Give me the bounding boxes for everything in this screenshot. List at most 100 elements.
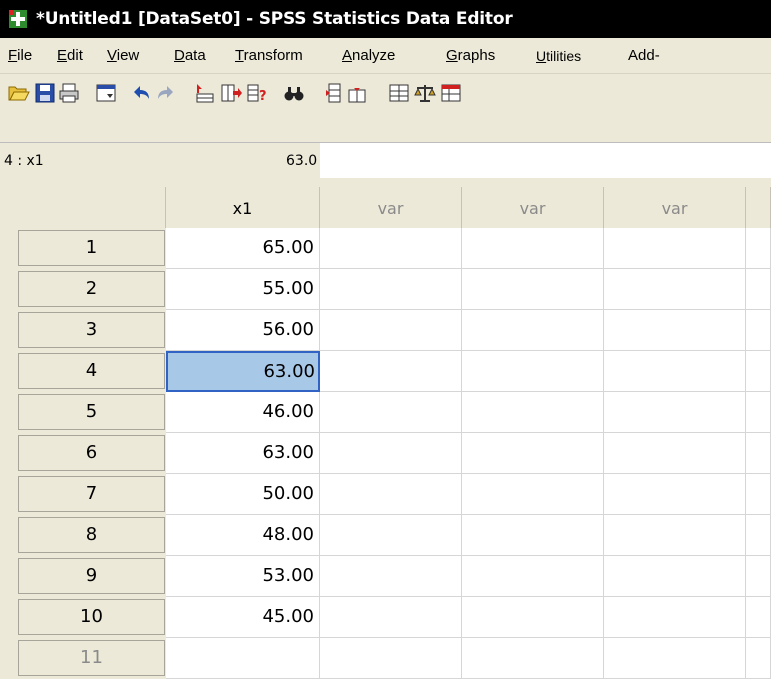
- row-header[interactable]: 8: [18, 517, 165, 553]
- empty-cell[interactable]: [320, 638, 462, 679]
- empty-cell[interactable]: [604, 392, 746, 433]
- column-header-x1[interactable]: x1: [166, 187, 320, 228]
- empty-cell[interactable]: [462, 310, 604, 351]
- empty-cell[interactable]: [746, 310, 771, 351]
- variables-info-icon[interactable]: ?: [246, 82, 268, 104]
- row-header[interactable]: 7: [18, 476, 165, 512]
- empty-cell[interactable]: [746, 556, 771, 597]
- insert-cases-icon[interactable]: [320, 82, 342, 104]
- empty-cell[interactable]: [746, 433, 771, 474]
- data-cell-x1[interactable]: 53.00: [166, 556, 320, 597]
- dialog-recall-icon[interactable]: [95, 82, 117, 104]
- weight-cases-icon[interactable]: [414, 82, 436, 104]
- empty-cell[interactable]: [320, 228, 462, 269]
- empty-cell[interactable]: [604, 310, 746, 351]
- empty-cell[interactable]: [604, 597, 746, 638]
- menu-addons[interactable]: Add-: [628, 47, 660, 64]
- empty-cell[interactable]: [604, 474, 746, 515]
- menu-analyze[interactable]: Analyze: [342, 47, 395, 64]
- column-header-var[interactable]: var: [462, 187, 604, 228]
- data-cell-x1[interactable]: 50.00: [166, 474, 320, 515]
- empty-cell[interactable]: [462, 269, 604, 310]
- empty-cell[interactable]: [462, 392, 604, 433]
- column-header-var[interactable]: var: [604, 187, 746, 228]
- select-cases-icon[interactable]: [440, 82, 462, 104]
- empty-cell[interactable]: [746, 515, 771, 556]
- grid-corner[interactable]: [18, 187, 166, 228]
- column-header-var[interactable]: var: [320, 187, 462, 228]
- row-header[interactable]: 6: [18, 435, 165, 471]
- menu-data[interactable]: Data: [174, 47, 206, 64]
- empty-cell[interactable]: [462, 351, 604, 392]
- data-cell-x1[interactable]: 48.00: [166, 515, 320, 556]
- empty-cell[interactable]: [604, 515, 746, 556]
- empty-cell[interactable]: [604, 638, 746, 679]
- table-row: 1 65.00: [0, 228, 771, 269]
- row-header[interactable]: 2: [18, 271, 165, 307]
- empty-cell[interactable]: [320, 474, 462, 515]
- empty-cell[interactable]: [746, 474, 771, 515]
- row-header[interactable]: 10: [18, 599, 165, 635]
- empty-cell[interactable]: [462, 638, 604, 679]
- empty-cell[interactable]: [604, 556, 746, 597]
- menu-utilities[interactable]: Utilities: [536, 48, 581, 64]
- data-cell-x1[interactable]: [166, 638, 320, 679]
- empty-cell[interactable]: [320, 433, 462, 474]
- empty-cell[interactable]: [462, 515, 604, 556]
- menu-file[interactable]: File: [8, 47, 32, 64]
- redo-icon[interactable]: [155, 82, 177, 104]
- empty-cell[interactable]: [320, 515, 462, 556]
- empty-cell[interactable]: [746, 228, 771, 269]
- empty-cell[interactable]: [746, 392, 771, 433]
- insert-variable-icon[interactable]: [346, 82, 368, 104]
- empty-cell[interactable]: [746, 351, 771, 392]
- row-header[interactable]: 5: [18, 394, 165, 430]
- row-header[interactable]: 1: [18, 230, 165, 266]
- empty-cell[interactable]: [462, 597, 604, 638]
- split-file-icon[interactable]: [388, 82, 410, 104]
- empty-cell[interactable]: [604, 433, 746, 474]
- cell-value-input[interactable]: [320, 143, 771, 179]
- menu-graphs[interactable]: Graphs: [446, 47, 495, 64]
- data-cell-x1[interactable]: 65.00: [166, 228, 320, 269]
- menu-transform[interactable]: Transform: [235, 47, 303, 64]
- data-cell-x1[interactable]: 63.00: [166, 433, 320, 474]
- empty-cell[interactable]: [746, 638, 771, 679]
- print-icon[interactable]: [58, 82, 80, 104]
- undo-icon[interactable]: [130, 82, 152, 104]
- empty-cell[interactable]: [746, 269, 771, 310]
- empty-cell[interactable]: [604, 269, 746, 310]
- empty-cell[interactable]: [320, 269, 462, 310]
- row-header[interactable]: 9: [18, 558, 165, 594]
- data-cell-x1[interactable]: 45.00: [166, 597, 320, 638]
- empty-cell[interactable]: [320, 392, 462, 433]
- empty-cell[interactable]: [462, 228, 604, 269]
- goto-case-icon[interactable]: [194, 82, 216, 104]
- empty-cell[interactable]: [320, 597, 462, 638]
- data-cell-x1[interactable]: 46.00: [166, 392, 320, 433]
- empty-cell[interactable]: [604, 351, 746, 392]
- empty-cell[interactable]: [746, 597, 771, 638]
- find-icon[interactable]: [283, 82, 305, 104]
- menu-edit[interactable]: Edit: [57, 47, 83, 64]
- data-cell-x1[interactable]: 55.00: [166, 269, 320, 310]
- empty-cell[interactable]: [462, 474, 604, 515]
- selected-cell[interactable]: 63.00: [166, 351, 320, 392]
- empty-cell[interactable]: [320, 556, 462, 597]
- empty-cell[interactable]: [320, 351, 462, 392]
- spss-app-icon[interactable]: [9, 10, 27, 28]
- table-row: 7 50.00: [0, 474, 771, 515]
- save-icon[interactable]: [34, 82, 56, 104]
- empty-cell[interactable]: [604, 228, 746, 269]
- row-header[interactable]: 11: [18, 640, 165, 676]
- data-cell-x1[interactable]: 56.00: [166, 310, 320, 351]
- empty-cell[interactable]: [462, 556, 604, 597]
- menu-view[interactable]: View: [107, 47, 139, 64]
- row-header[interactable]: 4: [18, 353, 165, 389]
- row-header[interactable]: 3: [18, 312, 165, 348]
- open-folder-icon[interactable]: [8, 82, 30, 104]
- column-header-partial[interactable]: [746, 187, 771, 228]
- empty-cell[interactable]: [320, 310, 462, 351]
- goto-variable-icon[interactable]: [220, 82, 242, 104]
- empty-cell[interactable]: [462, 433, 604, 474]
